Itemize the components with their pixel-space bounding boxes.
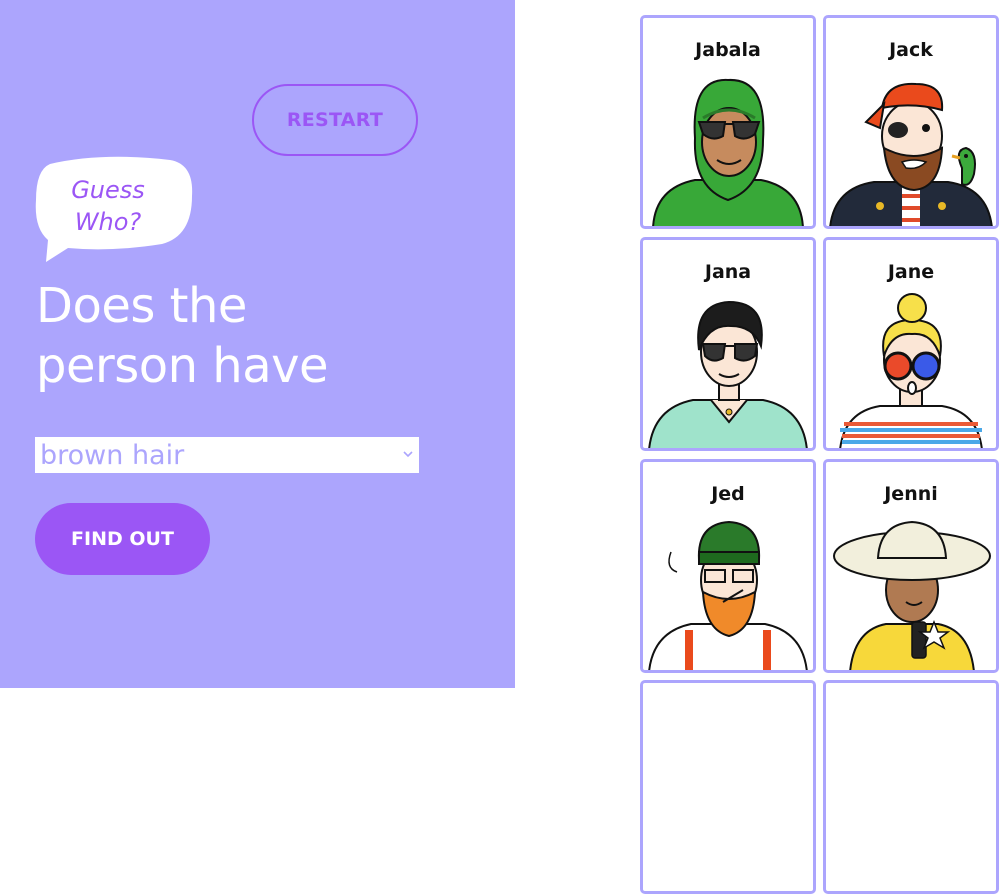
find-out-button[interactable]: FIND OUT [35, 503, 210, 575]
card-partial[interactable] [640, 680, 816, 894]
card-name: Jane [887, 261, 935, 283]
card-jenni[interactable]: Jenni [823, 459, 999, 673]
card-jana[interactable]: Jana [640, 237, 816, 451]
restart-button[interactable]: RESTART [252, 84, 418, 156]
card-jack[interactable]: Jack [823, 15, 999, 229]
card-name: Jack [889, 39, 933, 61]
card-partial[interactable] [823, 680, 999, 894]
card-jed[interactable]: Jed [640, 459, 816, 673]
speech-bubble-text: Guess Who? [36, 174, 180, 238]
question-select[interactable]: brown hair [35, 437, 419, 473]
card-name: Jabala [695, 39, 761, 61]
question-heading: Does the person have [36, 276, 496, 396]
question-select-value: brown hair [40, 439, 185, 471]
card-name: Jenni [884, 483, 938, 505]
question-line-1: Does the [36, 278, 247, 334]
speech-bubble-line-1: Guess [71, 176, 145, 204]
card-jabala[interactable]: Jabala [640, 15, 816, 229]
card-name: Jed [711, 483, 745, 505]
control-panel: RESTART Guess Who? Does the person have … [0, 0, 515, 688]
chevron-down-icon [403, 451, 413, 458]
speech-bubble-line-2: Who? [74, 208, 142, 236]
question-line-2: person have [36, 338, 329, 394]
card-name: Jana [704, 261, 752, 283]
card-jane[interactable]: Jane [823, 237, 999, 451]
